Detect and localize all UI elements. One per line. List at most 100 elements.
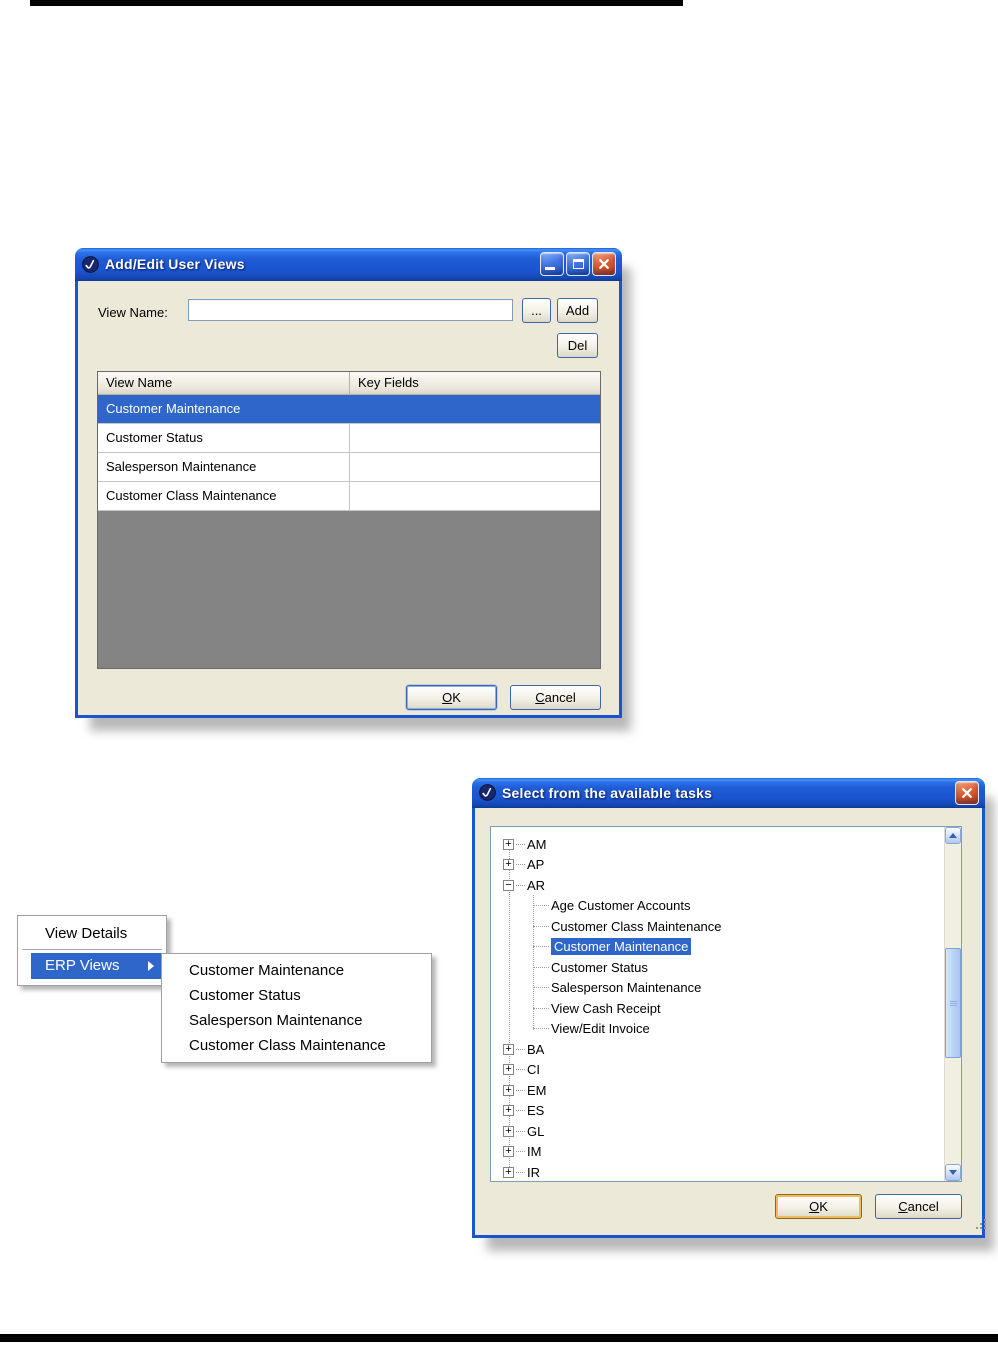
tree-item[interactable]: Salesperson Maintenance <box>491 978 944 999</box>
tree-item[interactable]: View/Edit Invoice <box>491 1019 944 1040</box>
tree-item-label: IM <box>527 1144 542 1160</box>
close-button[interactable] <box>592 252 616 276</box>
expand-icon[interactable]: + <box>503 1146 514 1158</box>
tree-connector <box>516 1089 525 1091</box>
scroll-down-button[interactable] <box>945 1164 961 1181</box>
app-logo-icon <box>81 255 99 273</box>
submenu-arrow-icon <box>148 961 154 971</box>
bottom-rule <box>0 1334 998 1342</box>
tree-item-label: AM <box>527 836 547 852</box>
document-page: Add/Edit User Views View Name: ... Add D… <box>0 0 998 1346</box>
maximize-icon <box>572 259 584 269</box>
task-tree-rows: + AM + AP − AR Age Customer Accounts Customer C… <box>491 827 944 1181</box>
table-header: View Name Key Fields <box>98 372 600 395</box>
tree-item[interactable]: + EM <box>491 1080 944 1101</box>
expand-icon[interactable]: + <box>503 1043 514 1055</box>
table-row[interactable]: Salesperson Maintenance <box>98 453 600 482</box>
resize-grip[interactable] <box>976 1227 978 1229</box>
tree-item-label: EM <box>527 1082 547 1098</box>
tree-item[interactable]: − AR <box>491 875 944 896</box>
scrollbar-thumb[interactable] <box>945 948 961 1058</box>
tree-item[interactable]: + IR <box>491 1162 944 1181</box>
dialog-buttons: OK Cancel <box>775 1194 962 1219</box>
collapse-icon[interactable]: − <box>503 879 514 891</box>
add-button[interactable]: Add <box>557 298 598 323</box>
window-title: Add/Edit User Views <box>105 256 245 272</box>
window-controls <box>955 780 979 805</box>
table-row[interactable]: Customer Class Maintenance <box>98 482 600 511</box>
tree-item-label: Age Customer Accounts <box>551 898 691 914</box>
app-logo-icon <box>478 784 496 802</box>
ok-button[interactable]: OK <box>775 1194 862 1219</box>
column-header-view-name[interactable]: View Name <box>98 372 350 394</box>
close-button[interactable] <box>955 780 979 805</box>
maximize-button[interactable] <box>566 252 590 276</box>
scroll-up-button[interactable] <box>945 827 961 844</box>
expand-icon[interactable]: + <box>503 838 514 850</box>
tree-item[interactable]: Customer Maintenance <box>491 937 944 958</box>
expand-icon[interactable]: + <box>503 1166 514 1178</box>
menu-item-view-details[interactable]: View Details <box>21 922 163 946</box>
table-row[interactable]: Customer Maintenance <box>98 395 600 424</box>
tree-item[interactable]: Customer Status <box>491 957 944 978</box>
cell-view-name: Customer Class Maintenance <box>98 482 350 510</box>
add-edit-user-views-dialog: Add/Edit User Views View Name: ... Add D… <box>75 248 622 718</box>
tree-item[interactable]: + AP <box>491 855 944 876</box>
tree-connector <box>516 1130 525 1132</box>
expand-icon[interactable]: + <box>503 1125 514 1137</box>
submenu-item[interactable]: Customer Status <box>162 983 431 1008</box>
close-icon <box>599 259 609 269</box>
cell-view-name: Customer Maintenance <box>106 401 241 416</box>
minimize-button[interactable] <box>540 252 564 276</box>
expand-icon[interactable]: + <box>503 1084 514 1096</box>
tree-item-label: Customer Status <box>551 959 648 975</box>
tree-item[interactable]: Customer Class Maintenance <box>491 916 944 937</box>
del-button[interactable]: Del <box>557 333 598 358</box>
submenu-item[interactable]: Salesperson Maintenance <box>162 1008 431 1033</box>
tree-connector <box>533 925 549 927</box>
tree-item-label: GL <box>527 1123 545 1139</box>
tree-item[interactable]: Age Customer Accounts <box>491 896 944 917</box>
tree-item[interactable]: + CI <box>491 1060 944 1081</box>
down-arrow-icon <box>949 1170 957 1175</box>
tree-connector <box>533 946 549 948</box>
tree-connector <box>516 1048 525 1050</box>
expand-icon[interactable]: + <box>503 859 514 871</box>
browse-button[interactable]: ... <box>522 298 551 323</box>
up-arrow-icon <box>949 833 957 838</box>
select-tasks-dialog: Select from the available tasks + AM + AP − A… <box>472 778 985 1238</box>
task-tree-panel: + AM + AP − AR Age Customer Accounts Customer C… <box>490 826 962 1182</box>
menu-item-erp-views[interactable]: ERP Views <box>31 953 161 979</box>
view-name-input[interactable] <box>188 299 513 321</box>
expand-icon[interactable]: + <box>503 1064 514 1076</box>
expand-icon[interactable]: + <box>503 1105 514 1117</box>
tree-item[interactable]: + IM <box>491 1142 944 1163</box>
tree-item[interactable]: + ES <box>491 1101 944 1122</box>
tree-connector <box>516 1069 525 1071</box>
cell-view-name: Customer Status <box>98 424 350 452</box>
titlebar[interactable]: Add/Edit User Views <box>75 248 622 281</box>
submenu-item[interactable]: Customer Class Maintenance <box>162 1033 431 1058</box>
views-table-body: Customer Maintenance Customer Status Sales… <box>98 395 600 511</box>
tree-item[interactable]: + AM <box>491 834 944 855</box>
menu-separator <box>22 949 162 950</box>
view-name-label: View Name: <box>98 305 168 320</box>
cancel-button[interactable]: Cancel <box>510 685 601 710</box>
cancel-button[interactable]: Cancel <box>875 1194 962 1219</box>
views-table: View Name Key Fields Customer Maintenanc… <box>97 371 601 669</box>
ok-button[interactable]: OK <box>406 685 497 710</box>
vertical-scrollbar[interactable] <box>944 827 961 1181</box>
tree-item[interactable]: + BA <box>491 1039 944 1060</box>
erp-views-submenu: Customer Maintenance Customer Status Sales… <box>161 953 432 1063</box>
window-title: Select from the available tasks <box>502 784 713 801</box>
column-header-key-fields[interactable]: Key Fields <box>350 372 600 394</box>
tree-item[interactable]: View Cash Receipt <box>491 998 944 1019</box>
cell-view-name: Salesperson Maintenance <box>98 453 350 481</box>
submenu-item[interactable]: Customer Maintenance <box>162 958 431 983</box>
tree-item[interactable]: + GL <box>491 1121 944 1142</box>
tree-connector <box>533 1028 549 1030</box>
context-menu: View Details ERP Views <box>17 915 167 986</box>
table-row[interactable]: Customer Status <box>98 424 600 453</box>
titlebar[interactable]: Select from the available tasks <box>472 778 985 808</box>
cell-key-fields <box>350 395 600 423</box>
